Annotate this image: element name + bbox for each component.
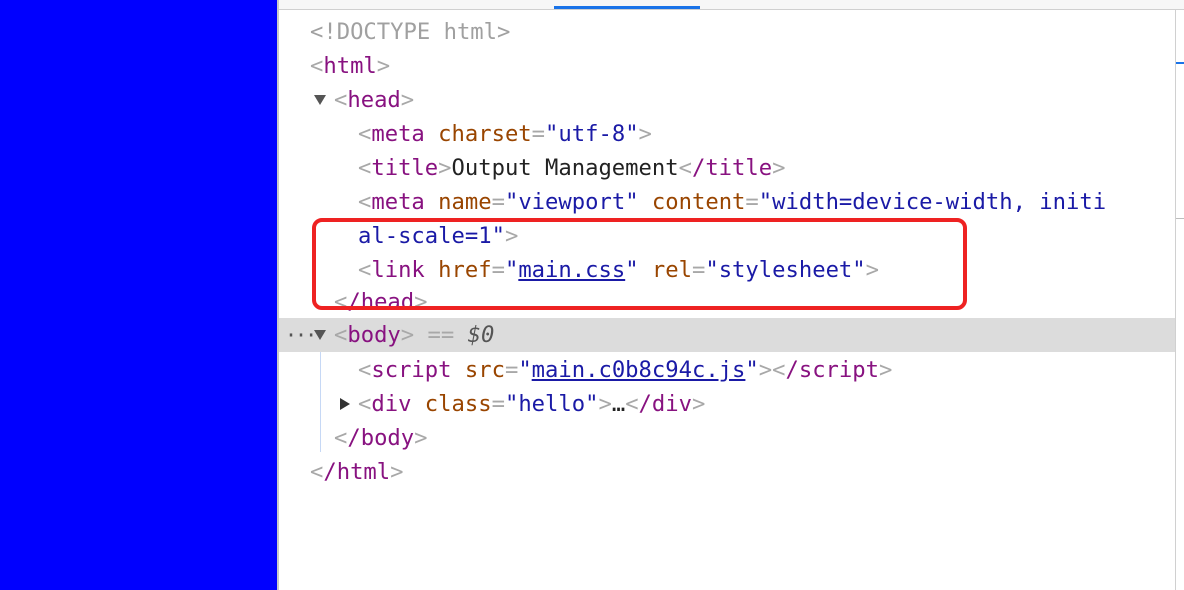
div-close-tag: /div bbox=[638, 391, 692, 417]
dom-node-head[interactable]: <head> bbox=[279, 83, 1175, 117]
attr-value: viewport bbox=[518, 189, 626, 215]
attr-value: utf-8 bbox=[558, 121, 626, 147]
meta-tag: meta bbox=[371, 189, 425, 215]
link-tag: link bbox=[371, 257, 425, 283]
dom-node-html[interactable]: <html> bbox=[279, 49, 1175, 83]
dom-node-div-hello[interactable]: <div class="hello">…</div> bbox=[279, 387, 1175, 421]
html-tag: html bbox=[323, 53, 377, 79]
dom-node-doctype[interactable]: <!DOCTYPE html> bbox=[279, 15, 1175, 49]
sidebar-divider[interactable] bbox=[1175, 10, 1176, 590]
attr-name: rel bbox=[651, 257, 692, 283]
div-tag: div bbox=[371, 391, 412, 417]
dom-node-head-close[interactable]: </head> bbox=[279, 285, 1175, 315]
attr-name: charset bbox=[438, 121, 532, 147]
dom-node-title[interactable]: <title>Output Management</title> bbox=[279, 151, 1175, 185]
head-tag: head bbox=[347, 87, 401, 113]
devtools-elements-panel: <!DOCTYPE html> <html> <head> <meta char… bbox=[277, 0, 1184, 590]
body-tag: body bbox=[347, 322, 401, 348]
attr-name: content bbox=[651, 189, 746, 215]
attr-value: al-scale=1 bbox=[358, 223, 492, 249]
attr-value: stylesheet bbox=[718, 257, 853, 283]
script-close-tag: /script bbox=[785, 357, 879, 383]
attr-name: href bbox=[438, 257, 492, 283]
console-ref: $0 bbox=[467, 322, 495, 348]
attr-name: name bbox=[438, 189, 492, 215]
expand-arrow-down-icon[interactable] bbox=[314, 330, 326, 340]
active-tab-indicator[interactable] bbox=[554, 6, 700, 9]
attr-name: src bbox=[464, 357, 505, 383]
dom-node-html-close[interactable]: </html> bbox=[279, 455, 1175, 489]
collapsed-children[interactable]: … bbox=[612, 391, 625, 417]
attr-value: hello bbox=[518, 391, 586, 417]
doctype-text: <!DOCTYPE html> bbox=[310, 19, 511, 45]
dom-node-meta-charset[interactable]: <meta charset="utf-8"> bbox=[279, 117, 1175, 151]
script-tag: script bbox=[371, 357, 452, 383]
html-close-tag: /html bbox=[323, 459, 391, 485]
sidebar-active-tab-mark bbox=[1176, 62, 1184, 64]
dom-node-link[interactable]: <link href="main.css" rel="stylesheet"> bbox=[279, 253, 1175, 287]
stylesheet-link[interactable]: main.css bbox=[518, 257, 625, 283]
attr-name: class bbox=[424, 391, 492, 417]
body-children-guide bbox=[320, 352, 321, 452]
body-close-tag: /body bbox=[347, 425, 415, 451]
devtools-tab-bar bbox=[279, 0, 1184, 10]
dom-node-body-close[interactable]: </body> bbox=[279, 421, 1175, 455]
title-tag: title bbox=[371, 155, 439, 181]
script-link[interactable]: main.c0b8c94c.js bbox=[532, 357, 746, 383]
selected-marker: == bbox=[427, 322, 468, 348]
title-close-tag: /title bbox=[691, 155, 773, 181]
more-options-icon[interactable]: ··· bbox=[285, 318, 317, 352]
dom-node-meta-viewport[interactable]: <meta name="viewport" content="width=dev… bbox=[279, 185, 1175, 219]
expand-arrow-down-icon[interactable] bbox=[314, 95, 326, 105]
attr-value: width=device-width, initi bbox=[772, 189, 1107, 215]
dom-node-body-selected[interactable]: ··· <body> == $0 bbox=[279, 318, 1175, 352]
dom-node-meta-viewport-wrap[interactable]: al-scale=1"> bbox=[279, 219, 1175, 253]
meta-tag: meta bbox=[371, 121, 425, 147]
expand-arrow-right-icon[interactable] bbox=[340, 398, 350, 410]
sidebar-separator bbox=[1176, 218, 1184, 219]
head-close-tag: /head bbox=[347, 289, 415, 315]
title-text: Output Management bbox=[451, 155, 679, 181]
inspected-page-viewport bbox=[0, 0, 277, 590]
dom-node-script[interactable]: <script src="main.c0b8c94c.js"></script> bbox=[279, 353, 1175, 387]
